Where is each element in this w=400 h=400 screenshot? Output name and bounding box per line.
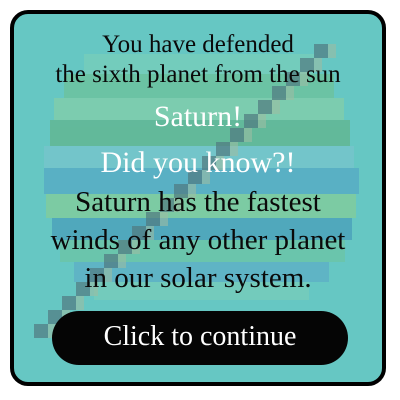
fact-line-2: winds of any other planet	[50, 224, 346, 256]
planet-info-dialog: You have defended the sixth planet from …	[10, 10, 386, 386]
planet-name: Saturn!	[153, 100, 243, 133]
continue-button[interactable]: Click to continue	[52, 311, 348, 365]
did-you-know-heading: Did you know?!	[100, 146, 296, 179]
intro-line-1: You have defended	[102, 31, 294, 58]
intro-line-2: the sixth planet from the sun	[55, 61, 341, 88]
fact-line-1: Saturn has the fastest	[75, 186, 321, 218]
continue-button-label: Click to continue	[103, 321, 297, 352]
fact-line-3: in our solar system.	[84, 262, 312, 294]
